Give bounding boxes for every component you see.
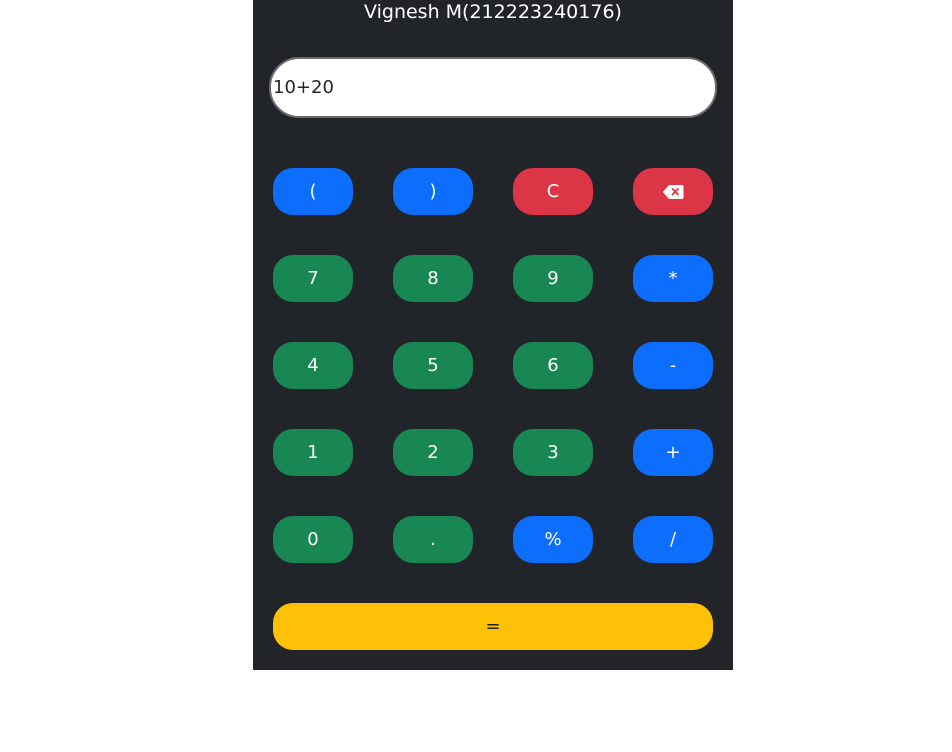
minus-label: - — [669, 355, 677, 376]
decimal-button[interactable]: . — [393, 516, 473, 563]
digit-6-label: 6 — [547, 355, 559, 376]
digit-2-label: 2 — [427, 442, 439, 463]
backspace-button[interactable] — [633, 168, 713, 215]
digit-3-label: 3 — [547, 442, 559, 463]
close-paren-label: ) — [429, 181, 437, 202]
percent-button[interactable]: % — [513, 516, 593, 563]
multiply-button[interactable]: * — [633, 255, 713, 302]
digit-9-label: 9 — [547, 268, 559, 289]
digit-7-button[interactable]: 7 — [273, 255, 353, 302]
multiply-label: * — [668, 268, 678, 289]
plus-label: + — [665, 442, 681, 463]
open-paren-label: ( — [309, 181, 317, 202]
digit-3-button[interactable]: 3 — [513, 429, 593, 476]
digit-4-label: 4 — [307, 355, 319, 376]
minus-button[interactable]: - — [633, 342, 713, 389]
digit-8-label: 8 — [427, 268, 439, 289]
divide-button[interactable]: / — [633, 516, 713, 563]
clear-label: C — [546, 181, 560, 202]
digit-1-label: 1 — [307, 442, 319, 463]
equals-label: = — [485, 616, 501, 637]
plus-button[interactable]: + — [633, 429, 713, 476]
digit-0-label: 0 — [307, 529, 319, 550]
digit-0-button[interactable]: 0 — [273, 516, 353, 563]
digit-8-button[interactable]: 8 — [393, 255, 473, 302]
equals-button[interactable]: = — [273, 603, 713, 650]
digit-4-button[interactable]: 4 — [273, 342, 353, 389]
backspace-icon — [662, 184, 684, 199]
calculator: Vignesh M(212223240176) ( ) C 7 8 9 * 4 … — [253, 0, 733, 670]
digit-7-label: 7 — [307, 268, 319, 289]
digit-9-button[interactable]: 9 — [513, 255, 593, 302]
digit-6-button[interactable]: 6 — [513, 342, 593, 389]
digit-1-button[interactable]: 1 — [273, 429, 353, 476]
display-input[interactable] — [269, 57, 717, 118]
page-title: Vignesh M(212223240176) — [364, 1, 622, 23]
decimal-label: . — [430, 529, 436, 550]
open-paren-button[interactable]: ( — [273, 168, 353, 215]
digit-5-button[interactable]: 5 — [393, 342, 473, 389]
digit-2-button[interactable]: 2 — [393, 429, 473, 476]
digit-5-label: 5 — [427, 355, 439, 376]
divide-label: / — [669, 529, 677, 550]
clear-button[interactable]: C — [513, 168, 593, 215]
percent-label: % — [544, 529, 562, 550]
close-paren-button[interactable]: ) — [393, 168, 473, 215]
